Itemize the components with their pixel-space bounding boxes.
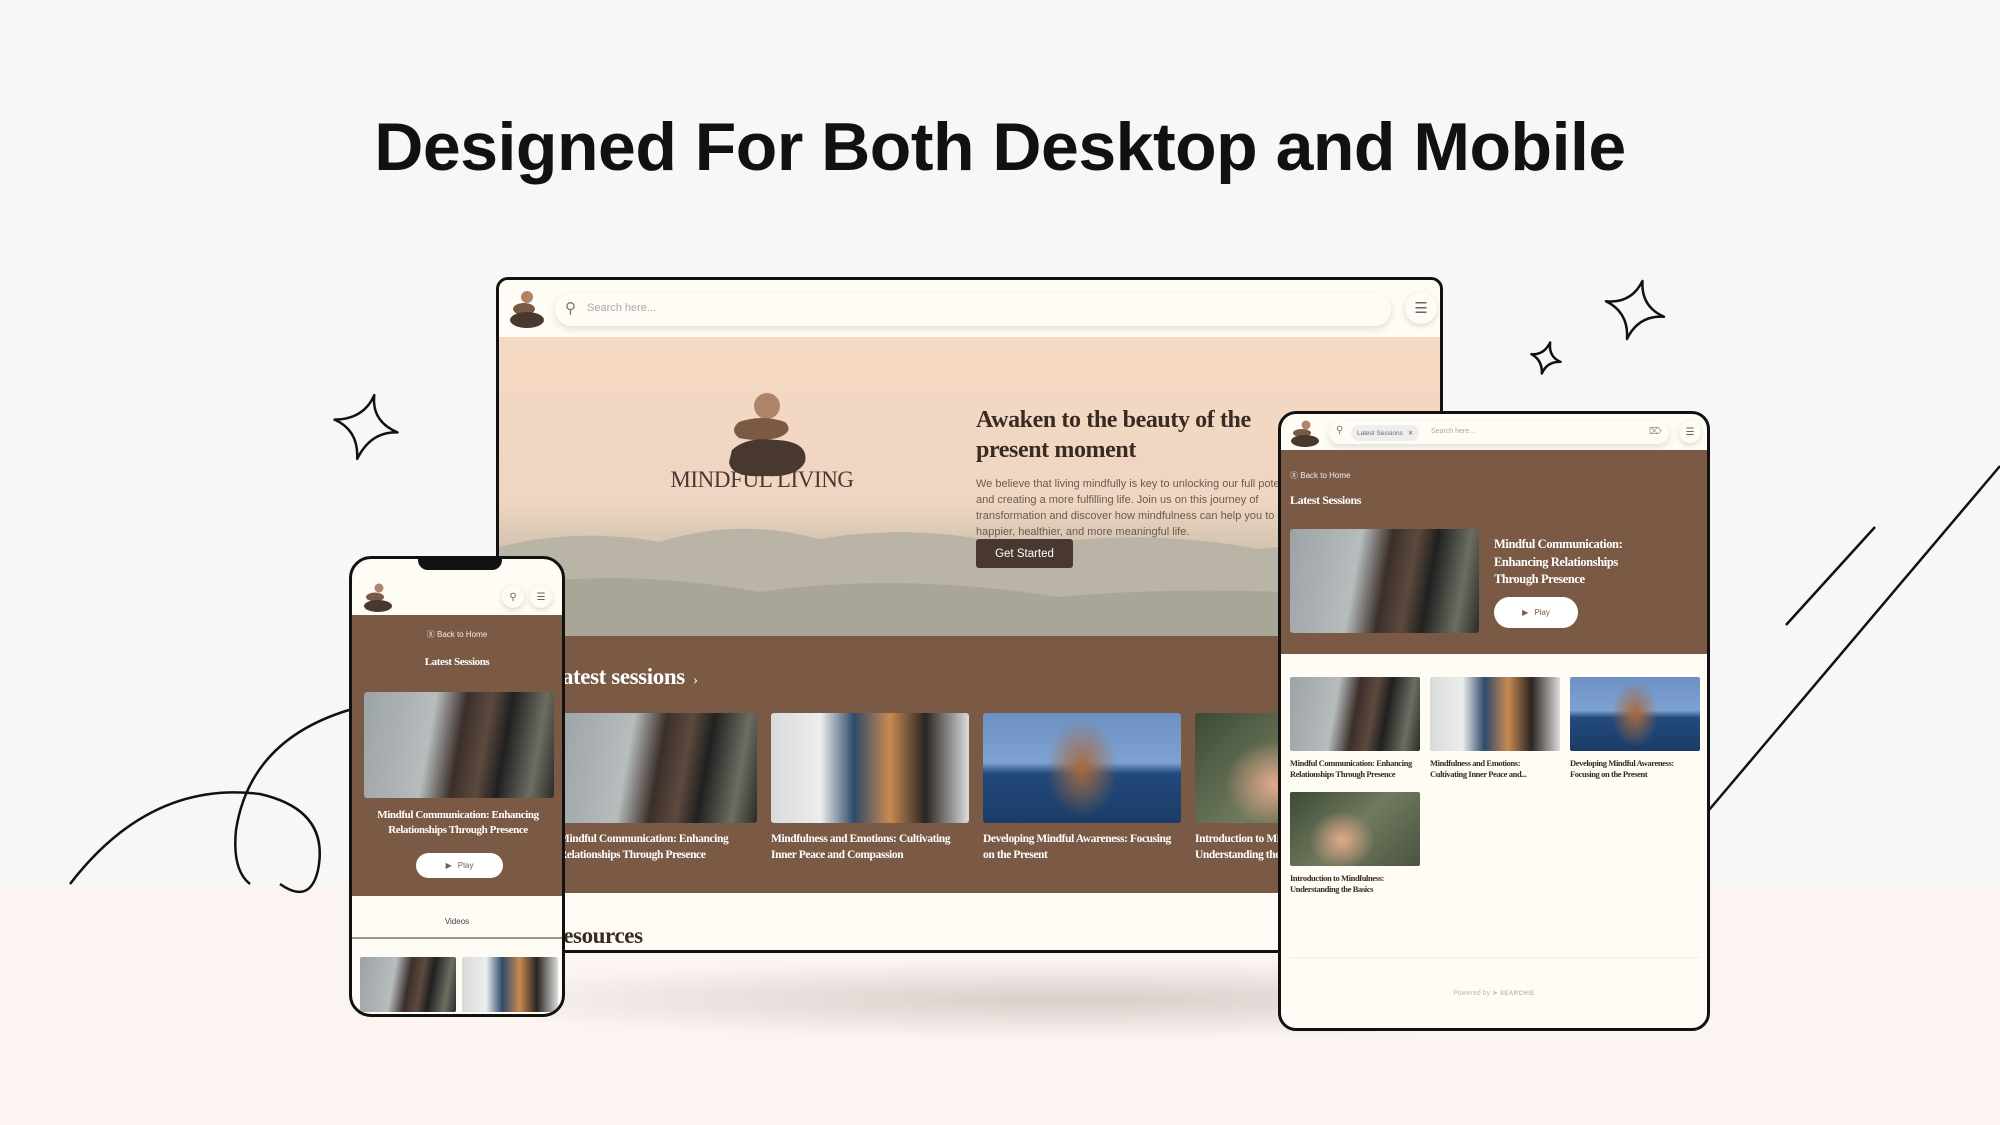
grid-title[interactable]: Mindfulness and Emotions: Cultivating In… <box>1430 758 1545 780</box>
logo-stones-icon[interactable] <box>1289 420 1319 448</box>
play-label: Play <box>457 861 474 870</box>
play-button[interactable]: ▶ Play <box>416 853 503 878</box>
hero-text: We believe that living mindfully is key … <box>976 478 1304 538</box>
hero-title: Awaken to the beauty of the present mome… <box>976 407 1251 463</box>
video-thumbnail[interactable] <box>462 957 558 1012</box>
sparkle-icon <box>1604 279 1666 341</box>
session-thumbnail[interactable] <box>771 713 969 823</box>
footer-divider <box>1290 957 1700 958</box>
sessions-heading-text: Latest sessions <box>547 664 685 689</box>
chip-label: Latest Sessions <box>1357 429 1403 437</box>
play-icon: ▶ <box>1522 608 1529 617</box>
loop-line <box>234 708 350 885</box>
powered-by-label: Powered by <box>1453 990 1491 997</box>
get-started-label: Get Started <box>995 547 1054 560</box>
search-input[interactable]: ⚲ Latest Sessions ✕ Search here... ⌦ <box>1329 422 1669 444</box>
sparkle-icon <box>1530 341 1562 375</box>
close-icon[interactable]: ✕ <box>1408 429 1413 437</box>
menu-button[interactable]: ☰ <box>1679 421 1701 443</box>
phone-hero: Ⓧ Back to Home Latest Sessions Mindful C… <box>352 615 562 896</box>
menu-button[interactable]: ☰ <box>530 586 552 608</box>
logo-stones-icon[interactable] <box>362 583 392 613</box>
search-placeholder: Search here... <box>1431 428 1475 435</box>
back-circle-icon: Ⓧ <box>426 630 437 639</box>
play-label: Play <box>1534 608 1550 617</box>
menu-icon: ☰ <box>536 591 546 603</box>
back-label: Back to Home <box>436 630 488 639</box>
play-icon: ▶ <box>445 861 452 870</box>
searchie-logo-icon: ➤ <box>1492 990 1498 997</box>
videos-tab-label: Videos <box>444 917 470 926</box>
play-button[interactable]: ▶ Play <box>1494 597 1578 628</box>
brand-name: MINDFUL LIVING <box>670 467 854 492</box>
grid-title[interactable]: Developing Mindful Awareness: Focusing o… <box>1570 758 1685 780</box>
session-title[interactable]: Mindfulness and Emotions: Cultivating In… <box>771 831 969 863</box>
search-input[interactable]: ⚲ Search here... <box>555 293 1391 326</box>
session-thumbnail[interactable] <box>983 713 1181 823</box>
powered-brand: SEARCHIE <box>1499 991 1535 997</box>
videos-tab[interactable]: Videos <box>352 917 562 926</box>
tablet-hero: Ⓧ Back to Home Latest Sessions Mindful C… <box>1281 450 1707 654</box>
back-to-home-link[interactable]: Ⓧ Back to Home <box>352 629 562 640</box>
search-placeholder: Search here... <box>587 302 657 314</box>
logo-stones-icon[interactable] <box>509 290 545 328</box>
back-circle-icon: Ⓧ <box>1290 471 1301 480</box>
video-thumbnail[interactable] <box>360 957 456 1012</box>
featured-thumbnail[interactable] <box>1290 529 1479 633</box>
back-to-home-link[interactable]: Ⓧ Back to Home <box>1290 470 1350 481</box>
back-label: Back to Home <box>1300 471 1351 480</box>
search-icon: ⚲ <box>565 300 576 317</box>
session-title[interactable]: Developing Mindful Awareness: Focusing o… <box>983 831 1181 863</box>
sessions-heading[interactable]: Latest sessions › <box>547 664 698 690</box>
chevron-right-icon: › <box>690 673 698 688</box>
diagonal-line <box>1785 526 1876 626</box>
sparkle-icon <box>333 393 399 461</box>
featured-thumbnail[interactable] <box>364 692 554 798</box>
grid-thumbnail[interactable] <box>1290 677 1420 751</box>
phone-mockup: ⚲ ☰ Ⓧ Back to Home Latest Sessions Mindf… <box>349 556 565 1017</box>
tablet-mockup: ⚲ Latest Sessions ✕ Search here... ⌦ ☰ Ⓧ … <box>1278 411 1710 1031</box>
phone-notch <box>418 559 502 570</box>
curve-line <box>69 791 321 894</box>
grid-thumbnail[interactable] <box>1430 677 1560 751</box>
page-headline: Designed For Both Desktop and Mobile <box>374 109 1626 185</box>
filter-chip[interactable]: Latest Sessions ✕ <box>1351 425 1420 441</box>
grid-title[interactable]: Mindful Communication: Enhancing Relatio… <box>1290 758 1420 780</box>
get-started-button[interactable]: Get Started <box>976 539 1073 568</box>
grid-thumbnail[interactable] <box>1290 792 1420 866</box>
featured-title: Mindful Communication: Enhancing Relatio… <box>377 809 539 836</box>
desktop-header: ⚲ Search here... ☰ <box>499 280 1440 337</box>
menu-icon: ☰ <box>1685 426 1695 438</box>
clear-input-icon[interactable]: ⌦ <box>1649 426 1662 437</box>
powered-by[interactable]: Powered by ➤ SEARCHIE <box>1281 989 1707 997</box>
phone-heading: Latest Sessions <box>424 656 490 668</box>
tab-underline <box>352 937 562 939</box>
search-icon: ⚲ <box>509 591 517 603</box>
grid-title[interactable]: Introduction to Mindfulness: Understandi… <box>1290 873 1400 895</box>
session-thumbnail[interactable] <box>559 713 757 823</box>
session-title[interactable]: Mindful Communication: Enhancing Relatio… <box>559 831 757 863</box>
diagonal-line <box>1708 465 2000 811</box>
menu-icon: ☰ <box>1414 300 1428 317</box>
grid-thumbnail[interactable] <box>1570 677 1700 751</box>
featured-title: Mindful Communication: Enhancing Relatio… <box>1494 537 1623 586</box>
search-button[interactable]: ⚲ <box>502 586 524 608</box>
menu-button[interactable]: ☰ <box>1405 292 1437 324</box>
tablet-heading: Latest Sessions <box>1290 493 1362 507</box>
search-icon: ⚲ <box>1336 425 1344 436</box>
